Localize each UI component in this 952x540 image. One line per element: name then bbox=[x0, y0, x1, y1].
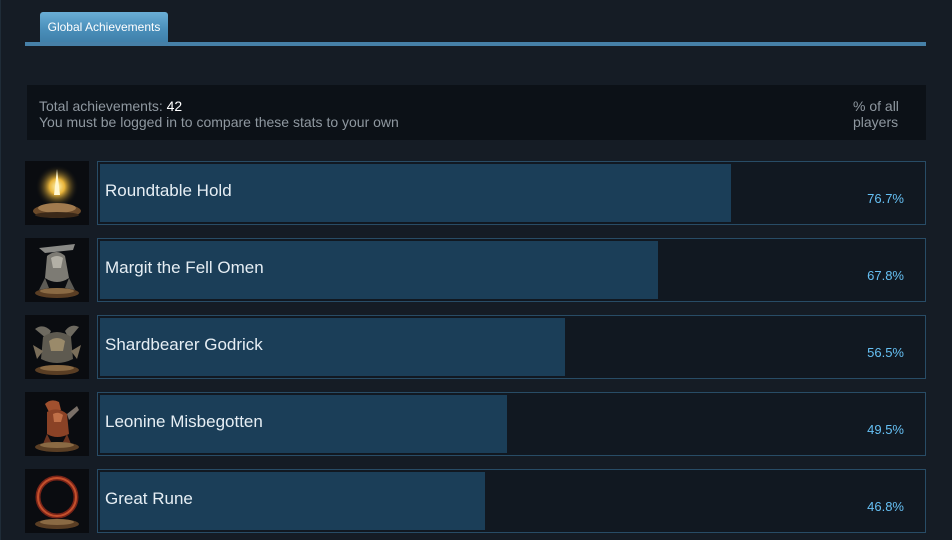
total-achievements: Total achievements: 42 bbox=[39, 98, 182, 114]
achievement-row: Great Rune 46.8% bbox=[25, 469, 926, 533]
achievement-percent: 56.5% bbox=[867, 345, 904, 360]
achievement-row: Leonine Misbegotten 49.5% bbox=[25, 392, 926, 456]
achievement-row: Shardbearer Godrick 56.5% bbox=[25, 315, 926, 379]
achievement-percent: 49.5% bbox=[867, 422, 904, 437]
achievement-percent: 76.7% bbox=[867, 191, 904, 206]
achievement-name: Leonine Misbegotten bbox=[105, 412, 263, 431]
achievement-bar: Shardbearer Godrick 56.5% bbox=[97, 315, 926, 379]
tab-global-achievements[interactable]: Global Achievements bbox=[40, 12, 168, 43]
great-rune-icon bbox=[25, 469, 89, 533]
godrick-icon bbox=[25, 315, 89, 379]
achievement-name: Great Rune bbox=[105, 489, 193, 508]
tab-underline bbox=[25, 42, 926, 46]
achievement-bar: Roundtable Hold 76.7% bbox=[97, 161, 926, 225]
login-note: You must be logged in to compare these s… bbox=[39, 114, 399, 130]
achievement-percent: 67.8% bbox=[867, 268, 904, 283]
left-divider bbox=[0, 0, 1, 540]
percent-column-header: % of all players bbox=[853, 98, 899, 130]
achievement-name: Margit the Fell Omen bbox=[105, 258, 264, 277]
total-achievements-count: 42 bbox=[166, 98, 183, 114]
leonine-misbegotten-icon bbox=[25, 392, 89, 456]
achievement-name: Shardbearer Godrick bbox=[105, 335, 263, 354]
achievement-bar: Leonine Misbegotten 49.5% bbox=[97, 392, 926, 456]
total-achievements-label: Total achievements: bbox=[39, 98, 163, 114]
achievement-name: Roundtable Hold bbox=[105, 181, 232, 200]
achievement-row: Margit the Fell Omen 67.8% bbox=[25, 238, 926, 302]
achievement-bar: Great Rune 46.8% bbox=[97, 469, 926, 533]
roundtable-hold-icon bbox=[25, 161, 89, 225]
achievement-row: Roundtable Hold 76.7% bbox=[25, 161, 926, 225]
achievement-summary: Total achievements: 42 You must be logge… bbox=[27, 85, 926, 140]
achievements-page: Global Achievements Total achievements: … bbox=[0, 0, 952, 540]
achievement-list: Roundtable Hold 76.7% Margit the Fell Om… bbox=[25, 161, 926, 540]
margit-icon bbox=[25, 238, 89, 302]
achievement-bar: Margit the Fell Omen 67.8% bbox=[97, 238, 926, 302]
achievement-percent: 46.8% bbox=[867, 499, 904, 514]
